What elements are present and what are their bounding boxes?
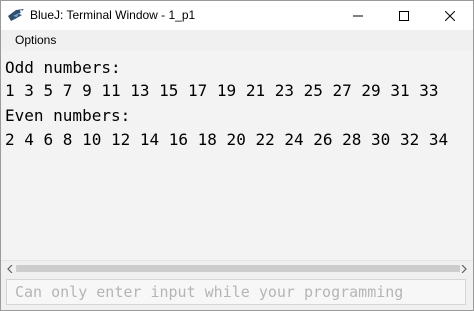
- close-icon: [445, 10, 455, 21]
- input-area: [1, 276, 473, 310]
- output-line: Odd numbers:: [5, 58, 121, 77]
- terminal-input[interactable]: [6, 279, 466, 305]
- scroll-right-button[interactable]: [458, 263, 470, 274]
- maximize-icon: [399, 10, 409, 21]
- output-line: 2 4 6 8 10 12 14 16 18 20 22 24 26 28 30…: [5, 130, 449, 149]
- chevron-right-icon: [461, 264, 467, 273]
- horizontal-scrollbar[interactable]: [1, 260, 473, 276]
- terminal-output[interactable]: Odd numbers: 1 3 5 7 9 11 13 15 17 19 21…: [1, 51, 473, 260]
- chevron-left-icon: [7, 264, 13, 273]
- scrollbar-thumb[interactable]: [16, 265, 460, 272]
- terminal-window: BlueJ: Terminal Window - 1_p1 Options Od…: [0, 0, 474, 311]
- minimize-icon: [353, 15, 363, 16]
- scroll-left-button[interactable]: [4, 263, 16, 274]
- close-button[interactable]: [427, 1, 473, 30]
- menu-bar: Options: [1, 30, 473, 51]
- maximize-button[interactable]: [381, 1, 427, 30]
- menu-options[interactable]: Options: [15, 33, 56, 47]
- title-bar[interactable]: BlueJ: Terminal Window - 1_p1: [1, 1, 473, 30]
- bluej-bird-icon: [7, 7, 25, 23]
- minimize-button[interactable]: [335, 1, 381, 30]
- window-title: BlueJ: Terminal Window - 1_p1: [30, 8, 196, 22]
- output-line: Even numbers:: [5, 106, 131, 125]
- output-line: 1 3 5 7 9 11 13 15 17 19 21 23 25 27 29 …: [5, 81, 439, 100]
